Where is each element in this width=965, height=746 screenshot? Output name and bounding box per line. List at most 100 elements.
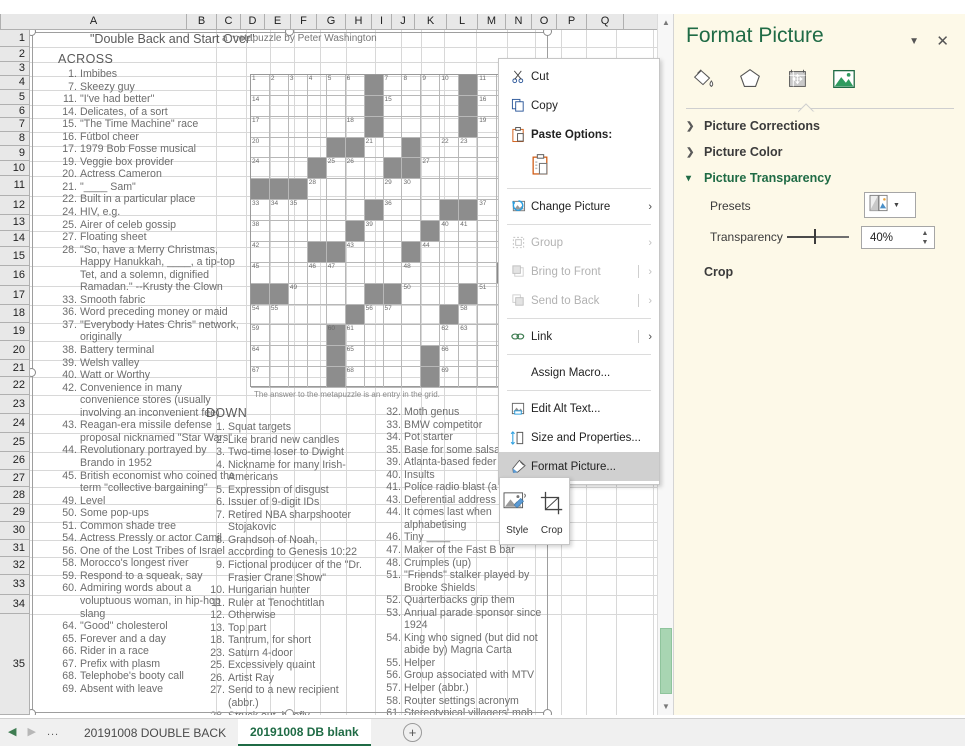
- column-header-i[interactable]: I: [372, 14, 392, 29]
- transparency-value-input[interactable]: 40% ▲ ▼: [861, 226, 935, 249]
- row-header-21[interactable]: 21: [0, 360, 29, 377]
- column-header-f[interactable]: F: [291, 14, 317, 29]
- column-header-a[interactable]: A: [1, 14, 187, 29]
- scroll-down-arrow[interactable]: ▼: [658, 698, 674, 714]
- row-header-10[interactable]: 10: [0, 161, 29, 176]
- pane-tab-effects[interactable]: [733, 64, 767, 94]
- row-header-6[interactable]: 6: [0, 105, 29, 118]
- column-header-d[interactable]: D: [241, 14, 265, 29]
- column-header-q[interactable]: Q: [587, 14, 624, 29]
- paste-keep-source-formatting-icon[interactable]: [531, 154, 550, 180]
- row-header-35[interactable]: 35: [0, 614, 29, 715]
- pane-tab-fill-and-line[interactable]: [686, 64, 720, 94]
- resize-handle-top-right[interactable]: [543, 30, 552, 36]
- context-menu-item-link[interactable]: Link ›: [499, 322, 659, 351]
- context-menu-item-assign-macro[interactable]: Assign Macro...: [499, 358, 659, 387]
- prev-sheet-arrow[interactable]: ◀: [8, 725, 16, 738]
- close-icon[interactable]: ✕: [936, 32, 949, 50]
- add-sheet-button[interactable]: +: [403, 723, 422, 742]
- resize-handle-bottom-right[interactable]: [543, 709, 552, 715]
- row-header-16[interactable]: 16: [0, 266, 29, 286]
- row-header-34[interactable]: 34: [0, 595, 29, 614]
- row-header-24[interactable]: 24: [0, 414, 29, 433]
- pane-section-picture-corrections[interactable]: ❯ Picture Corrections: [686, 119, 820, 133]
- row-header-33[interactable]: 33: [0, 575, 29, 595]
- resize-handle-bottom-center[interactable]: [285, 709, 294, 715]
- column-header-m[interactable]: M: [478, 14, 506, 29]
- row-header-1[interactable]: 1: [0, 30, 29, 47]
- row-header-31[interactable]: 31: [0, 540, 29, 557]
- sheet-tab-db-blank[interactable]: 20191008 DB blank: [238, 719, 371, 746]
- row-header-26[interactable]: 26: [0, 452, 29, 470]
- row-header-23[interactable]: 23: [0, 395, 29, 414]
- pane-section-label: Picture Color: [704, 145, 783, 159]
- row-header-4[interactable]: 4: [0, 76, 29, 90]
- column-header-e[interactable]: E: [265, 14, 291, 29]
- resize-handle-bottom-left[interactable]: [30, 709, 36, 715]
- row-header-27[interactable]: 27: [0, 470, 29, 487]
- row-header-19[interactable]: 19: [0, 323, 29, 341]
- column-header-c[interactable]: C: [217, 14, 241, 29]
- context-menu-item-copy[interactable]: Copy: [499, 91, 659, 120]
- paste-option-buttons[interactable]: [499, 149, 659, 185]
- sheet-nav-controls[interactable]: ◀ ▶ ...: [8, 725, 59, 739]
- row-header-9[interactable]: 9: [0, 146, 29, 161]
- column-header-n[interactable]: N: [506, 14, 532, 29]
- transparency-stepper[interactable]: ▲ ▼: [919, 228, 931, 248]
- row-header-13[interactable]: 13: [0, 215, 29, 231]
- pane-section-picture-color[interactable]: ❯ Picture Color: [686, 145, 783, 159]
- column-header-p[interactable]: P: [557, 14, 587, 29]
- pane-section-picture-transparency[interactable]: ▾ Picture Transparency: [686, 171, 831, 185]
- transparency-presets-dropdown[interactable]: ▼: [864, 192, 916, 218]
- column-header-l[interactable]: L: [447, 14, 478, 29]
- scroll-up-arrow[interactable]: ▲: [658, 14, 674, 30]
- picture-mini-toolbar[interactable]: Style Crop: [499, 477, 570, 545]
- row-header-20[interactable]: 20: [0, 341, 29, 360]
- row-header-8[interactable]: 8: [0, 132, 29, 146]
- row-header-18[interactable]: 18: [0, 305, 29, 323]
- row-header-14[interactable]: 14: [0, 231, 29, 247]
- row-header-3[interactable]: 3: [0, 62, 29, 76]
- pane-tab-picture[interactable]: [827, 64, 861, 94]
- select-all-corner[interactable]: [0, 14, 1, 29]
- column-header-j[interactable]: J: [392, 14, 415, 29]
- pane-tab-strip[interactable]: [686, 64, 861, 94]
- context-menu-item-edit-alt-text[interactable]: Edit Alt Text...: [499, 394, 659, 423]
- scrollbar-thumb[interactable]: [660, 628, 672, 694]
- column-header-h[interactable]: H: [346, 14, 372, 29]
- row-header-17[interactable]: 17: [0, 286, 29, 305]
- row-header-28[interactable]: 28: [0, 487, 29, 504]
- context-menu-item-change-picture[interactable]: Change Picture ›: [499, 192, 659, 221]
- stepper-up-arrow[interactable]: ▲: [922, 229, 929, 238]
- context-menu-item-cut[interactable]: Cut: [499, 62, 659, 91]
- row-header-11[interactable]: 11: [0, 176, 29, 196]
- row-header-30[interactable]: 30: [0, 522, 29, 540]
- pane-options-chevron[interactable]: ▼: [909, 36, 919, 47]
- row-header-12[interactable]: 12: [0, 196, 29, 215]
- column-header-o[interactable]: O: [532, 14, 557, 29]
- more-sheets-ellipsis[interactable]: ...: [47, 726, 59, 738]
- pane-tab-size-and-properties[interactable]: [780, 64, 814, 94]
- mini-toolbar-style-button[interactable]: Style: [500, 478, 535, 544]
- stepper-down-arrow[interactable]: ▼: [922, 238, 929, 247]
- row-header-2[interactable]: 2: [0, 47, 29, 62]
- row-header-22[interactable]: 22: [0, 377, 29, 395]
- row-header-25[interactable]: 25: [0, 433, 29, 452]
- picture-context-menu[interactable]: Cut Copy Paste Options: Change Picture ›…: [498, 58, 660, 485]
- row-header-7[interactable]: 7: [0, 118, 29, 132]
- chevron-right-icon: ›: [648, 200, 652, 213]
- column-header-k[interactable]: K: [415, 14, 447, 29]
- mini-toolbar-crop-button[interactable]: Crop: [535, 478, 570, 544]
- pane-section-crop[interactable]: Crop: [704, 265, 733, 279]
- sheet-tab-double-back[interactable]: 20191008 DOUBLE BACK: [72, 719, 238, 746]
- crossword-picture[interactable]: "Double Back and Start Over" a metapuzzl…: [30, 30, 552, 715]
- transparency-slider-thumb[interactable]: [814, 229, 816, 244]
- row-header-15[interactable]: 15: [0, 247, 29, 266]
- context-menu-item-size-and-properties[interactable]: Size and Properties...: [499, 423, 659, 452]
- row-header-32[interactable]: 32: [0, 557, 29, 575]
- column-header-b[interactable]: B: [187, 14, 217, 29]
- next-sheet-arrow[interactable]: ▶: [27, 725, 35, 738]
- row-header-29[interactable]: 29: [0, 504, 29, 522]
- column-header-g[interactable]: G: [317, 14, 346, 29]
- row-header-5[interactable]: 5: [0, 90, 29, 105]
